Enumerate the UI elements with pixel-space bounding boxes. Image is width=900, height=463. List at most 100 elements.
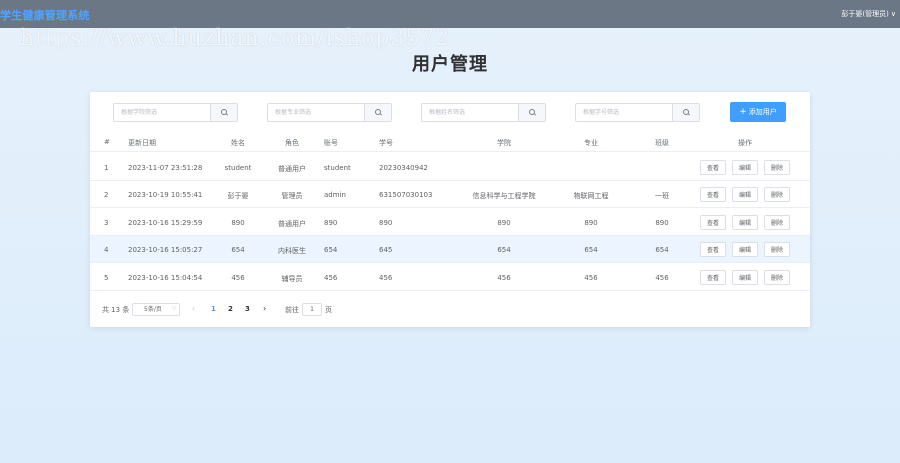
cell-role: 辅导员 [281, 275, 303, 283]
search-icon [682, 109, 690, 116]
cell-index: 2 [104, 191, 109, 199]
delete-button[interactable]: 删除 [764, 270, 790, 285]
view-button[interactable]: 查看 [700, 215, 726, 230]
cell-name: student [224, 164, 252, 172]
name-search-button[interactable] [518, 104, 545, 121]
cell-major: 物联网工程 [573, 192, 609, 200]
delete-button[interactable]: 删除 [764, 215, 790, 230]
cell-index: 5 [104, 274, 109, 282]
cell-role: 管理员 [281, 192, 303, 200]
goto-page-suffix: 页 [325, 306, 332, 314]
column-header: # [104, 138, 110, 146]
cell-date: 2023-10-16 15:29:59 [128, 219, 203, 227]
page-number[interactable]: 1 [211, 305, 216, 313]
cell-name: 456 [231, 274, 245, 282]
table-row: 5 2023-10-16 15:04:54 456 辅导员 456 456 45… [90, 264, 810, 291]
cell-student-id: 631507030103 [379, 191, 433, 199]
page-number[interactable]: 3 [245, 305, 250, 313]
view-button[interactable]: 查看 [700, 187, 726, 202]
cell-class: 654 [655, 246, 669, 254]
add-user-button[interactable]: + 添加用户 [730, 102, 786, 122]
major-search-button[interactable] [364, 104, 391, 121]
column-header: 操作 [738, 139, 752, 147]
name-filter-input[interactable] [422, 104, 517, 121]
cell-index: 1 [104, 164, 109, 172]
cell-class: 一班 [655, 192, 669, 200]
cell-student-id: 890 [379, 219, 393, 227]
view-button[interactable]: 查看 [700, 270, 726, 285]
cell-account: admin [324, 191, 346, 199]
cell-major: 654 [584, 246, 598, 254]
watermark: https://www.huzhan.com/ishop3572 [20, 26, 451, 51]
cell-role: 普通用户 [278, 220, 306, 228]
column-header: 角色 [285, 139, 299, 147]
search-icon [220, 109, 228, 116]
student-id-filter [575, 103, 700, 122]
cell-name: 彭于晏 [227, 192, 249, 200]
cell-index: 4 [104, 246, 109, 254]
cell-role: 内科医生 [278, 247, 306, 255]
page-size-select[interactable]: 5条/页 ▽ [132, 303, 180, 316]
prev-page-button[interactable]: ‹ [192, 304, 195, 313]
column-header: 姓名 [231, 139, 245, 147]
search-icon [528, 109, 536, 116]
top-navbar: 学生健康管理系统 彭于晏(管理员) ∨ [0, 0, 900, 28]
delete-button[interactable]: 删除 [764, 187, 790, 202]
search-icon [374, 109, 382, 116]
column-header: 学院 [497, 139, 511, 147]
college-filter-input[interactable] [114, 104, 209, 121]
cell-account: 654 [324, 246, 338, 254]
plus-icon: + [739, 106, 747, 117]
table-row: 1 2023-11-07 23:51:28 student 普通用户 stude… [90, 154, 810, 181]
page-title: 用户管理 [412, 54, 488, 75]
cell-student-id: 645 [379, 246, 393, 254]
cell-role: 普通用户 [278, 165, 306, 173]
edit-button[interactable]: 编辑 [732, 242, 758, 257]
edit-button[interactable]: 编辑 [732, 187, 758, 202]
cell-account: student [324, 164, 351, 172]
goto-label: 前往 [285, 306, 299, 314]
cell-index: 3 [104, 219, 109, 227]
cell-name: 890 [231, 219, 245, 227]
edit-button[interactable]: 编辑 [732, 270, 758, 285]
cell-major: 890 [584, 219, 598, 227]
user-name: 彭于晏(管理员) [841, 10, 889, 18]
cell-date: 2023-10-19 10:55:41 [128, 191, 203, 199]
user-menu[interactable]: 彭于晏(管理员) ∨ [841, 9, 896, 19]
user-table-card: +添加用户 # 更新日期 姓名 角色 账号 学号 学院 专业 班级 操作 1 2… [90, 92, 810, 327]
cell-class: 890 [655, 219, 669, 227]
cell-major: 456 [584, 274, 598, 282]
edit-button[interactable]: 编辑 [732, 160, 758, 175]
cell-date: 2023-10-16 15:04:54 [128, 274, 203, 282]
next-page-button[interactable]: › [263, 304, 266, 313]
column-header: 更新日期 [128, 139, 156, 147]
page-number[interactable]: 2 [228, 305, 233, 313]
cell-college: 890 [497, 219, 511, 227]
column-header: 专业 [584, 139, 598, 147]
page-size-value: 5条/页 [144, 306, 162, 313]
app-title: 学生健康管理系统 [0, 9, 90, 22]
cell-class: 456 [655, 274, 669, 282]
major-filter-input[interactable] [268, 104, 363, 121]
cell-college: 456 [497, 274, 511, 282]
delete-button[interactable]: 删除 [764, 242, 790, 257]
chevron-down-icon: ▽ [172, 306, 176, 312]
delete-button[interactable]: 删除 [764, 160, 790, 175]
college-search-button[interactable] [210, 104, 237, 121]
student-id-filter-input[interactable] [576, 104, 671, 121]
table-row: 2 2023-10-19 10:55:41 彭于晏 管理员 admin 6315… [90, 181, 810, 208]
cell-date: 2023-10-16 15:05:27 [128, 246, 203, 254]
edit-button[interactable]: 编辑 [732, 215, 758, 230]
goto-page-input[interactable]: 1 [302, 303, 322, 316]
chevron-down-icon: ∨ [890, 10, 896, 18]
cell-account: 456 [324, 274, 338, 282]
view-button[interactable]: 查看 [700, 160, 726, 175]
college-filter [113, 103, 238, 122]
column-header: 学号 [379, 139, 393, 147]
table-row: 3 2023-10-16 15:29:59 890 普通用户 890 890 8… [90, 209, 810, 236]
student-id-search-button[interactable] [672, 104, 699, 121]
view-button[interactable]: 查看 [700, 242, 726, 257]
cell-college: 信息科学与工程学院 [472, 192, 536, 200]
add-user-label: 添加用户 [748, 108, 777, 116]
cell-date: 2023-11-07 23:51:28 [128, 164, 203, 172]
